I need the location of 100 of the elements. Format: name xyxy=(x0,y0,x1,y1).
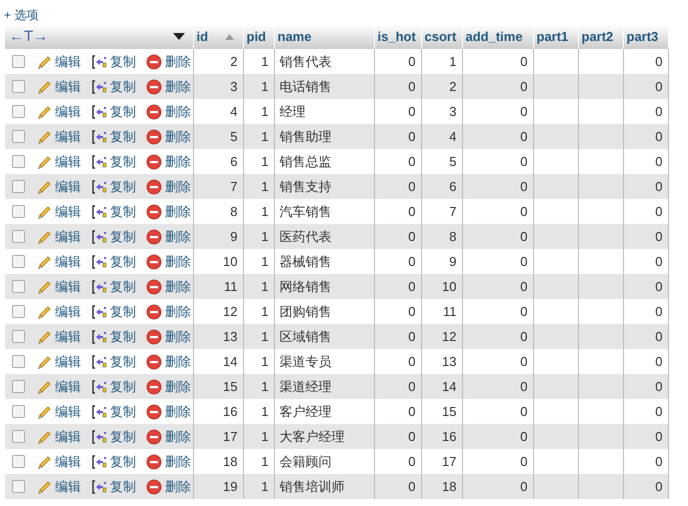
copy-link[interactable]: 复制 xyxy=(91,126,136,146)
table-cell: 0 xyxy=(408,478,416,494)
edit-link[interactable]: 编辑 xyxy=(37,326,81,346)
edit-link[interactable]: 编辑 xyxy=(37,376,81,396)
delete-link[interactable]: 删除 xyxy=(146,476,191,496)
options-link[interactable]: + 选项 xyxy=(4,6,688,24)
edit-link[interactable]: 编辑 xyxy=(37,76,81,96)
column-header[interactable]: part2 xyxy=(578,24,623,49)
copy-link[interactable]: 复制 xyxy=(91,102,136,122)
row-checkbox[interactable] xyxy=(12,55,25,68)
delete-link[interactable]: 删除 xyxy=(146,202,191,222)
table-cell: 0 xyxy=(408,328,416,344)
row-checkbox[interactable] xyxy=(12,405,25,418)
table-cell: 6 xyxy=(230,154,238,169)
column-header[interactable]: part1 xyxy=(533,24,578,49)
table-cell: 0 xyxy=(655,304,662,319)
edit-link[interactable]: 编辑 xyxy=(37,52,81,72)
edit-link[interactable]: 编辑 xyxy=(37,352,81,372)
delete-link[interactable]: 删除 xyxy=(146,52,191,72)
copy-link[interactable]: 复制 xyxy=(91,352,136,372)
table-cell: 1 xyxy=(449,54,456,69)
row-checkbox[interactable] xyxy=(12,130,25,143)
edit-link[interactable]: 编辑 xyxy=(37,402,81,422)
delete-link[interactable]: 删除 xyxy=(146,426,191,446)
delete-icon xyxy=(146,478,162,494)
delete-link[interactable]: 删除 xyxy=(146,126,191,146)
column-arrows-label[interactable]: ←T→ xyxy=(9,26,48,46)
row-checkbox[interactable] xyxy=(12,455,25,468)
copy-link[interactable]: 复制 xyxy=(91,276,136,296)
column-header[interactable]: pid xyxy=(243,24,274,49)
row-checkbox[interactable] xyxy=(12,80,25,93)
table-cell: 0 xyxy=(655,278,662,294)
edit-link[interactable]: 编辑 xyxy=(37,452,81,472)
edit-link[interactable]: 编辑 xyxy=(37,302,81,322)
column-header[interactable]: part3 xyxy=(623,24,668,49)
copy-link[interactable]: 复制 xyxy=(91,426,136,446)
copy-link[interactable]: 复制 xyxy=(91,402,136,422)
copy-link[interactable]: 复制 xyxy=(91,52,136,72)
row-checkbox[interactable] xyxy=(12,355,25,368)
edit-link[interactable]: 编辑 xyxy=(37,226,81,246)
row-checkbox[interactable] xyxy=(12,480,25,493)
row-checkbox[interactable] xyxy=(12,105,25,118)
edit-link[interactable]: 编辑 xyxy=(37,126,81,146)
edit-link[interactable]: 编辑 xyxy=(37,102,81,122)
copy-link[interactable]: 复制 xyxy=(91,452,136,472)
row-checkbox[interactable] xyxy=(12,205,25,218)
sort-ascending-icon xyxy=(224,34,234,40)
column-header[interactable]: add_time xyxy=(462,24,533,49)
table-cell: 17 xyxy=(223,428,238,444)
pencil-icon xyxy=(37,404,53,420)
column-header[interactable]: id xyxy=(193,24,243,49)
row-checkbox[interactable] xyxy=(12,155,25,168)
row-checkbox[interactable] xyxy=(12,430,25,443)
row-checkbox[interactable] xyxy=(12,330,25,343)
copy-link[interactable]: 复制 xyxy=(91,152,136,172)
edit-link[interactable]: 编辑 xyxy=(37,476,81,496)
row-checkbox[interactable] xyxy=(12,305,25,318)
delete-link[interactable]: 删除 xyxy=(146,376,191,396)
column-header[interactable]: name xyxy=(274,24,374,49)
delete-link[interactable]: 删除 xyxy=(146,226,191,246)
copy-link[interactable]: 复制 xyxy=(91,376,136,396)
column-header[interactable]: is_hot xyxy=(374,24,421,49)
delete-link[interactable]: 删除 xyxy=(146,352,191,372)
delete-link[interactable]: 删除 xyxy=(146,176,191,196)
edit-link[interactable]: 编辑 xyxy=(37,426,81,446)
edit-link[interactable]: 编辑 xyxy=(37,276,81,296)
copy-link[interactable]: 复制 xyxy=(91,252,136,272)
edit-link[interactable]: 编辑 xyxy=(37,202,81,222)
delete-link[interactable]: 删除 xyxy=(146,402,191,422)
copy-link[interactable]: 复制 xyxy=(91,76,136,96)
column-header[interactable]: csort xyxy=(421,24,462,49)
row-checkbox[interactable] xyxy=(12,255,25,268)
copy-link[interactable]: 复制 xyxy=(91,176,136,196)
copy-link[interactable]: 复制 xyxy=(91,226,136,246)
copy-icon xyxy=(91,104,107,120)
delete-link[interactable]: 删除 xyxy=(146,276,191,296)
dropdown-triangle-icon[interactable] xyxy=(172,32,184,40)
delete-link[interactable]: 删除 xyxy=(146,302,191,322)
delete-icon xyxy=(146,404,162,420)
delete-link[interactable]: 删除 xyxy=(146,452,191,472)
delete-link[interactable]: 删除 xyxy=(146,152,191,172)
edit-link[interactable]: 编辑 xyxy=(37,252,81,272)
copy-link[interactable]: 复制 xyxy=(91,202,136,222)
table-cell: 9 xyxy=(449,254,456,269)
row-checkbox[interactable] xyxy=(12,180,25,193)
row-checkbox[interactable] xyxy=(12,280,25,293)
delete-link[interactable]: 删除 xyxy=(146,76,191,96)
delete-link[interactable]: 删除 xyxy=(146,326,191,346)
copy-icon xyxy=(91,54,107,70)
row-checkbox[interactable] xyxy=(12,230,25,243)
edit-link[interactable]: 编辑 xyxy=(37,152,81,172)
delete-link[interactable]: 删除 xyxy=(146,252,191,272)
copy-link[interactable]: 复制 xyxy=(91,326,136,346)
table-cell: 12 xyxy=(223,304,238,319)
pencil-icon xyxy=(37,178,53,194)
copy-link[interactable]: 复制 xyxy=(91,476,136,496)
row-checkbox[interactable] xyxy=(12,380,25,393)
edit-link[interactable]: 编辑 xyxy=(37,176,81,196)
delete-link[interactable]: 删除 xyxy=(146,102,191,122)
copy-link[interactable]: 复制 xyxy=(91,302,136,322)
